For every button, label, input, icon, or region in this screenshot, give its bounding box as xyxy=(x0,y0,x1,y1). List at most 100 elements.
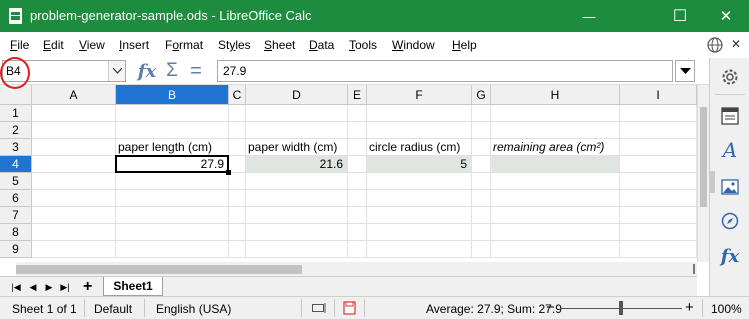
menu-edit[interactable]: Edit xyxy=(43,38,64,52)
cell-h3[interactable]: remaining area (cm²) xyxy=(491,139,619,156)
row-header-9[interactable]: 9 xyxy=(0,241,32,258)
document-modified-icon[interactable] xyxy=(343,301,356,315)
status-separator xyxy=(364,299,365,317)
menu-help[interactable]: Help xyxy=(452,38,477,52)
menu-window[interactable]: Window xyxy=(392,38,435,52)
row-header-3[interactable]: 3 xyxy=(0,139,32,156)
menu-styles[interactable]: Styles xyxy=(218,38,251,52)
chevron-down-icon xyxy=(679,67,691,74)
globe-icon[interactable] xyxy=(706,36,724,54)
sheet-info[interactable]: Sheet 1 of 1 xyxy=(12,302,77,316)
functions-icon[interactable]: fx xyxy=(718,244,742,268)
column-header-c[interactable]: C xyxy=(229,85,246,105)
previous-sheet-icon[interactable]: ◀ xyxy=(28,281,38,293)
grid-line xyxy=(619,105,620,258)
zoom-in-button[interactable]: + xyxy=(685,299,694,316)
column-header-h[interactable]: H xyxy=(491,85,620,105)
close-button[interactable]: ✕ xyxy=(703,0,749,32)
spreadsheet-grid[interactable]: A B C D E F G H I 1 2 3 4 5 6 7 8 9 paper length (cm) paper… xyxy=(0,85,697,262)
menu-view[interactable]: View xyxy=(79,38,105,52)
selection-summary[interactable]: Average: 27.9; Sum: 27.9 xyxy=(426,302,562,316)
zoom-level[interactable]: 100% xyxy=(711,302,742,316)
status-separator xyxy=(144,299,145,317)
minimize-icon: — xyxy=(582,8,596,24)
last-sheet-icon[interactable]: ▶| xyxy=(60,281,70,293)
maximize-icon: ☐ xyxy=(672,8,688,25)
cell-d4[interactable]: 21.6 xyxy=(246,156,347,173)
scroll-split-handle[interactable] xyxy=(693,264,695,274)
sheet-tab[interactable]: Sheet1 xyxy=(103,277,163,296)
column-header-b[interactable]: B xyxy=(116,85,229,105)
column-header-i[interactable]: I xyxy=(620,85,697,105)
menu-format[interactable]: Format xyxy=(165,38,203,52)
navigator-icon[interactable] xyxy=(718,209,742,233)
function-wizard-button[interactable]: fx xyxy=(136,61,158,82)
page-style[interactable]: Default xyxy=(94,302,132,316)
window-title: problem-generator-sample.ods - LibreOffi… xyxy=(30,8,312,23)
grid-line xyxy=(32,206,697,207)
sidebar-collapse-handle[interactable] xyxy=(710,171,715,193)
formula-bar: B4 fx Σ = 27.9 xyxy=(0,58,749,85)
sum-icon[interactable]: Σ xyxy=(162,60,182,81)
grid-line xyxy=(245,105,246,258)
grid-line xyxy=(115,105,116,258)
row-header-4[interactable]: 4 xyxy=(0,156,32,173)
row-header-5[interactable]: 5 xyxy=(0,173,32,190)
grid-line xyxy=(32,223,697,224)
minimize-button[interactable]: — xyxy=(566,0,612,32)
maximize-button[interactable]: ☐ xyxy=(657,0,703,32)
status-separator xyxy=(84,299,85,317)
fill-handle[interactable] xyxy=(226,170,231,175)
settings-icon[interactable] xyxy=(718,65,742,89)
zoom-out-button[interactable]: − xyxy=(546,299,555,316)
next-sheet-icon[interactable]: ▶ xyxy=(44,281,54,293)
equals-icon[interactable]: = xyxy=(186,60,206,82)
cell-d3[interactable]: paper width (cm) xyxy=(246,139,347,156)
selection-mode-icon[interactable] xyxy=(312,302,328,314)
properties-icon[interactable] xyxy=(718,104,742,128)
menu-tools[interactable]: Tools xyxy=(349,38,377,52)
menu-file[interactable]: File xyxy=(10,38,29,52)
add-sheet-button[interactable]: + xyxy=(83,278,92,296)
gallery-icon[interactable] xyxy=(718,175,742,199)
status-separator xyxy=(334,299,335,317)
name-box-dropdown[interactable] xyxy=(108,61,125,81)
title-bar: problem-generator-sample.ods - LibreOffi… xyxy=(0,0,749,32)
formula-input[interactable]: 27.9 xyxy=(217,60,673,82)
row-header-7[interactable]: 7 xyxy=(0,207,32,224)
menu-sheet[interactable]: Sheet xyxy=(264,38,295,52)
styles-icon[interactable]: A xyxy=(718,138,742,162)
libreoffice-calc-icon xyxy=(9,8,22,24)
row-header-1[interactable]: 1 xyxy=(0,105,32,122)
grid-line xyxy=(228,105,229,258)
grid-line xyxy=(490,105,491,258)
column-header-f[interactable]: F xyxy=(367,85,472,105)
menu-insert[interactable]: Insert xyxy=(119,38,149,52)
active-cell-cursor xyxy=(115,155,229,173)
zoom-slider-thumb[interactable] xyxy=(619,301,623,315)
close-document-icon[interactable]: ✕ xyxy=(731,37,741,51)
menu-data[interactable]: Data xyxy=(309,38,334,52)
row-header-8[interactable]: 8 xyxy=(0,224,32,241)
cell-b3[interactable]: paper length (cm) xyxy=(116,139,228,156)
grid-line xyxy=(32,189,697,190)
horizontal-scrollbar[interactable] xyxy=(16,262,697,276)
language[interactable]: English (USA) xyxy=(156,302,231,316)
row-header-2[interactable]: 2 xyxy=(0,122,32,139)
horizontal-scroll-thumb[interactable] xyxy=(16,265,302,274)
expand-formula-button[interactable] xyxy=(675,60,695,82)
cell-f4[interactable]: 5 xyxy=(367,156,471,173)
grid-line xyxy=(32,257,697,258)
vertical-scroll-thumb[interactable] xyxy=(700,107,707,207)
column-header-g[interactable]: G xyxy=(472,85,491,105)
cell-f3[interactable]: circle radius (cm) xyxy=(367,139,471,156)
cell-h4[interactable] xyxy=(491,156,619,173)
vertical-scrollbar[interactable] xyxy=(697,85,709,262)
first-sheet-icon[interactable]: |◀ xyxy=(11,281,21,293)
row-header-6[interactable]: 6 xyxy=(0,190,32,207)
column-header-a[interactable]: A xyxy=(32,85,116,105)
column-header-e[interactable]: E xyxy=(348,85,367,105)
column-header-d[interactable]: D xyxy=(246,85,348,105)
chevron-down-icon xyxy=(112,68,122,74)
menu-bar: File Edit View Insert Format Styles Sheet Data T… xyxy=(0,32,749,58)
